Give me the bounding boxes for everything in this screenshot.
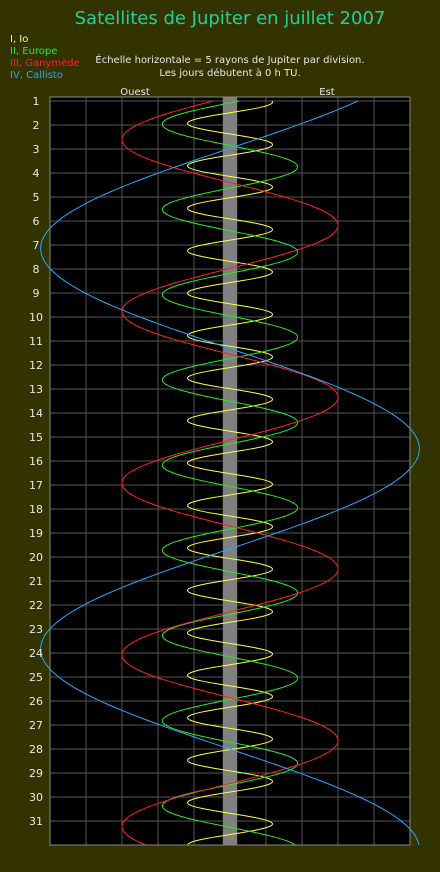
chart-svg: Satellites de Jupiter en juillet 2007 I,… — [0, 0, 440, 872]
y-tick-label: 30 — [29, 791, 43, 804]
scale-note: Échelle horizontale = 5 rayons de Jupite… — [95, 53, 364, 66]
y-tick-label: 8 — [33, 263, 40, 276]
east-label: Est — [319, 87, 335, 98]
legend-entry-ganymede: III, Ganymède — [10, 57, 80, 69]
time-note: Les jours débutent à 0 h TU. — [159, 67, 300, 79]
y-tick-label: 31 — [29, 815, 43, 828]
y-tick-label: 10 — [29, 311, 43, 324]
y-tick-label: 18 — [29, 503, 43, 516]
y-tick-label: 13 — [29, 383, 43, 396]
chart-title: Satellites de Jupiter en juillet 2007 — [75, 8, 386, 29]
y-tick-label: 11 — [29, 335, 43, 348]
legend-entry-io: I, Io — [10, 34, 28, 45]
y-tick-label: 2 — [33, 119, 40, 132]
legend-entry-europe: II, Europe — [10, 46, 57, 57]
y-tick-label: 25 — [29, 671, 43, 684]
y-tick-label: 16 — [29, 455, 43, 468]
jupiter-band — [222, 97, 238, 845]
y-tick-label: 20 — [29, 551, 43, 564]
y-tick-label: 14 — [29, 407, 43, 420]
y-tick-label: 24 — [29, 647, 43, 660]
y-tick-label: 26 — [29, 695, 43, 708]
west-label: Ouest — [120, 87, 150, 98]
y-tick-label: 12 — [29, 359, 43, 372]
y-tick-label: 27 — [29, 719, 43, 732]
legend-entry-callisto: IV, Callisto — [10, 70, 63, 81]
chart-frame: Satellites de Jupiter en juillet 2007 I,… — [0, 0, 440, 872]
y-tick-label: 5 — [33, 191, 40, 204]
y-tick-label: 1 — [33, 95, 40, 108]
y-tick-label: 15 — [29, 431, 43, 444]
y-tick-label: 7 — [33, 239, 40, 252]
y-tick-label: 29 — [29, 767, 43, 780]
y-tick-label: 3 — [33, 143, 40, 156]
y-tick-label: 6 — [33, 215, 40, 228]
y-tick-label: 22 — [29, 599, 43, 612]
y-tick-label: 9 — [33, 287, 40, 300]
y-tick-label: 28 — [29, 743, 43, 756]
y-tick-label: 4 — [33, 167, 40, 180]
y-tick-label: 21 — [29, 575, 43, 588]
y-tick-label: 17 — [29, 479, 43, 492]
y-tick-label: 23 — [29, 623, 43, 636]
y-tick-label: 19 — [29, 527, 43, 540]
